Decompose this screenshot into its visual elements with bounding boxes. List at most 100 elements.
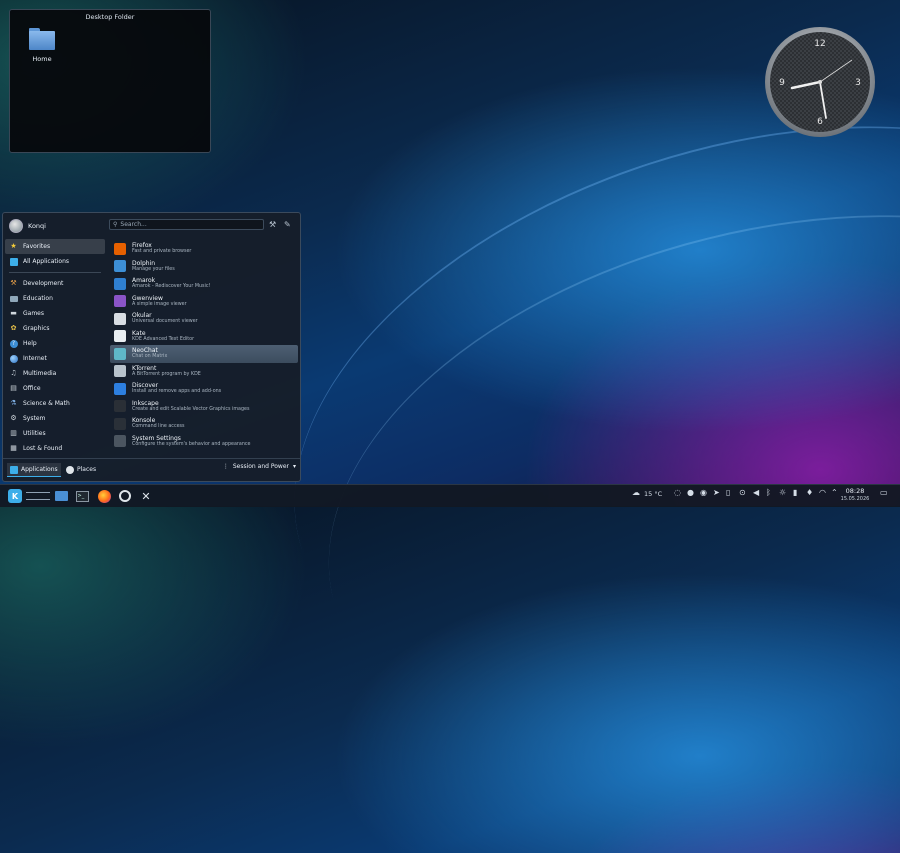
category-multimedia[interactable]: ♫ Multimedia bbox=[5, 366, 105, 381]
app-item-ktorrent[interactable]: KTorrent A BitTorrent program by KDE bbox=[110, 363, 298, 381]
taskbar-konsole[interactable]: >_ bbox=[73, 487, 91, 505]
app-item-okular[interactable]: Okular Universal document viewer bbox=[110, 310, 298, 328]
category-label: Science & Math bbox=[23, 400, 70, 407]
konsole-icon: >_ bbox=[75, 490, 89, 502]
category-education[interactable]: Education bbox=[5, 291, 105, 306]
clipboard-icon[interactable]: ▯ bbox=[726, 488, 730, 497]
category-favorites[interactable]: ★ Favorites bbox=[5, 239, 105, 254]
app-description: A simple image viewer bbox=[132, 301, 187, 307]
category-system[interactable]: ⚙ System bbox=[5, 411, 105, 426]
home-folder-item[interactable]: Home bbox=[22, 28, 62, 63]
category-lost-found[interactable]: ▦ Lost & Found bbox=[5, 441, 105, 456]
discover-icon bbox=[119, 490, 131, 502]
tab-places[interactable]: Places bbox=[63, 463, 99, 476]
app-text: Inkscape Create and edit Scalable Vector … bbox=[132, 400, 249, 413]
search-input[interactable] bbox=[120, 221, 251, 228]
firefox-icon bbox=[97, 489, 111, 503]
wifi-icon[interactable]: ◠ bbox=[819, 488, 826, 497]
app-item-konsole[interactable]: Konsole Command line access bbox=[110, 415, 298, 433]
kde-logo-icon: K bbox=[8, 489, 22, 503]
system-gear-icon: ⚙ bbox=[10, 414, 17, 422]
okular-icon bbox=[114, 312, 126, 325]
konsole-icon bbox=[114, 417, 126, 430]
category-help[interactable]: ? Help bbox=[5, 336, 105, 351]
app-item-firefox[interactable]: Firefox Fast and private browser bbox=[110, 240, 298, 258]
app-item-inkscape[interactable]: Inkscape Create and edit Scalable Vector … bbox=[110, 398, 298, 416]
weather-temperature[interactable]: 15 °C bbox=[644, 490, 662, 498]
app-item-kate[interactable]: Kate KDE Advanced Text Editor bbox=[110, 328, 298, 346]
discover-icon bbox=[114, 382, 126, 395]
battery-icon[interactable]: ▮ bbox=[793, 488, 797, 497]
desktop-folder-widget: Desktop Folder Home bbox=[9, 9, 211, 153]
weather-icon: ☁ bbox=[632, 488, 640, 497]
volume-icon[interactable]: ◀ bbox=[753, 488, 759, 497]
app-item-amarok[interactable]: Amarok Amarok - Rediscover Your Music! bbox=[110, 275, 298, 293]
category-label: Help bbox=[23, 340, 37, 347]
app-item-neochat[interactable]: NeoChat Chat on Matrix bbox=[110, 345, 298, 363]
app-text: Firefox Fast and private browser bbox=[132, 242, 191, 255]
avatar[interactable] bbox=[9, 219, 23, 233]
show-desktop-icon[interactable]: ▭ bbox=[880, 488, 888, 497]
category-office[interactable]: ▤ Office bbox=[5, 381, 105, 396]
app-item-discover[interactable]: Discover Install and remove apps and add-… bbox=[110, 380, 298, 398]
updates-icon[interactable]: ⊙ bbox=[739, 488, 746, 497]
user-name: Konqi bbox=[28, 222, 46, 230]
app-item-system-settings[interactable]: System Settings Configure the system's be… bbox=[110, 433, 298, 451]
configure-wrench-icon[interactable]: ⚒ bbox=[269, 220, 276, 229]
bluetooth-icon[interactable]: ᛒ bbox=[766, 488, 771, 497]
kde-app-launcher-button[interactable]: K bbox=[6, 487, 24, 505]
tray-discover-icon[interactable]: ◉ bbox=[700, 488, 707, 497]
category-label: Utilities bbox=[23, 430, 46, 437]
category-label: Internet bbox=[23, 355, 47, 362]
category-internet[interactable]: Internet bbox=[5, 351, 105, 366]
divider bbox=[9, 272, 101, 273]
category-label: System bbox=[23, 415, 46, 422]
multimedia-icon: ♫ bbox=[10, 369, 17, 377]
tray-expand-icon[interactable]: ⌃ bbox=[831, 488, 838, 497]
category-all-applications[interactable]: All Applications bbox=[5, 254, 105, 269]
app-name: KTorrent bbox=[132, 364, 157, 372]
gamepad-icon: ▬ bbox=[10, 309, 17, 317]
session-power-button[interactable]: ⋮ Session and Power ▾ bbox=[223, 463, 296, 470]
kebab-menu-icon: ⋮ bbox=[222, 463, 229, 470]
category-games[interactable]: ▬ Games bbox=[5, 306, 105, 321]
taskbar-discover[interactable] bbox=[116, 487, 134, 505]
app-description: Install and remove apps and add-ons bbox=[132, 389, 222, 395]
category-label: Office bbox=[23, 385, 41, 392]
app-item-dolphin[interactable]: Dolphin Manage your files bbox=[110, 258, 298, 276]
digital-clock[interactable]: 08:28 15.05.2026 bbox=[840, 487, 870, 503]
user-header: Konqi bbox=[9, 218, 46, 234]
category-label: Games bbox=[23, 310, 44, 317]
application-launcher: Konqi ⚲ ⚒ ✎ ★ Favorites All Applications… bbox=[2, 212, 301, 482]
tray-network-icon[interactable]: ◌ bbox=[674, 488, 681, 497]
app-item-gwenview[interactable]: Gwenview A simple image viewer bbox=[110, 293, 298, 311]
category-utilities[interactable]: ▥ Utilities bbox=[5, 426, 105, 441]
virtual-desktop-pager[interactable] bbox=[26, 490, 50, 502]
category-science-math[interactable]: ⚗ Science & Math bbox=[5, 396, 105, 411]
clock-number-3: 3 bbox=[855, 78, 861, 88]
clock-date: 15.05.2026 bbox=[840, 496, 870, 502]
session-power-label: Session and Power bbox=[232, 463, 289, 470]
brightness-icon[interactable]: ☼ bbox=[779, 488, 786, 497]
tray-app-icon[interactable]: ● bbox=[687, 488, 694, 497]
ktorrent-icon bbox=[114, 365, 126, 378]
app-text: Kate KDE Advanced Text Editor bbox=[132, 330, 194, 343]
app-description: A BitTorrent program by KDE bbox=[132, 371, 201, 377]
taskbar-firefox[interactable] bbox=[95, 487, 113, 505]
taskbar-system-settings[interactable]: ✕ bbox=[137, 487, 155, 505]
search-box[interactable]: ⚲ bbox=[109, 219, 264, 230]
telegram-icon[interactable]: ➤ bbox=[713, 488, 720, 497]
category-label: Graphics bbox=[23, 325, 50, 332]
category-development[interactable]: ⚒ Development bbox=[5, 276, 105, 291]
category-list: ★ Favorites All Applications ⚒ Developme… bbox=[5, 239, 105, 456]
analog-clock-widget: 12 3 6 9 bbox=[765, 27, 875, 137]
app-description: Chat on Matrix bbox=[132, 354, 168, 360]
taskbar-dolphin[interactable] bbox=[52, 487, 70, 505]
microphone-icon[interactable]: ♦ bbox=[806, 488, 813, 497]
category-graphics[interactable]: ✿ Graphics bbox=[5, 321, 105, 336]
tab-applications[interactable]: Applications bbox=[7, 463, 61, 477]
app-text: Amarok Amarok - Rediscover Your Music! bbox=[132, 277, 210, 290]
app-text: NeoChat Chat on Matrix bbox=[132, 347, 167, 360]
pin-icon[interactable]: ✎ bbox=[284, 220, 291, 229]
category-label: Multimedia bbox=[23, 370, 57, 377]
